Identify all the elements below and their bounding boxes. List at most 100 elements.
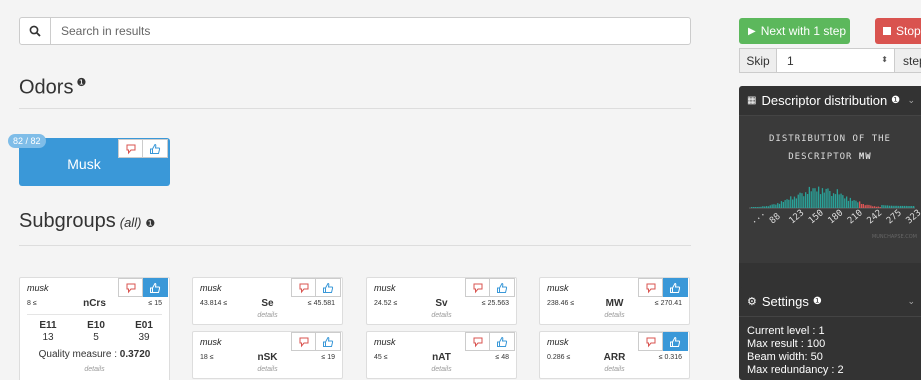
stat-label: E10 bbox=[87, 320, 105, 331]
panel-header[interactable]: ⚙ Settings ❶ ⌄ bbox=[739, 287, 921, 317]
details-link[interactable]: details bbox=[193, 312, 342, 319]
histogram-bar bbox=[775, 204, 777, 208]
histogram-bar bbox=[834, 194, 837, 208]
histogram-bar bbox=[881, 205, 883, 208]
subgroup-card[interactable]: musk Sv 24.52 ≤ ≤ 25.563 details bbox=[366, 277, 517, 325]
histogram-tick-label: 180 bbox=[827, 208, 846, 226]
dislike-button[interactable] bbox=[638, 278, 663, 297]
histogram-bar bbox=[851, 200, 853, 208]
histogram-bar bbox=[836, 189, 838, 208]
details-link[interactable]: details bbox=[367, 312, 516, 319]
histogram-bar bbox=[844, 198, 846, 208]
vote-group bbox=[638, 278, 688, 297]
skip-input[interactable]: 1 ⬍ bbox=[777, 48, 895, 73]
details-link[interactable]: details bbox=[540, 366, 689, 373]
details-link[interactable]: details bbox=[20, 366, 169, 373]
histogram-bar bbox=[823, 192, 825, 208]
spinner-icon[interactable]: ⬍ bbox=[881, 55, 888, 64]
stat-label: E11 bbox=[39, 320, 57, 331]
like-button[interactable] bbox=[316, 278, 341, 297]
lower-bound: 238.46 ≤ bbox=[547, 300, 575, 307]
info-icon[interactable]: ❶ bbox=[76, 77, 86, 89]
panel-header[interactable]: ▦ Descriptor distribution ❶ ⌄ bbox=[739, 86, 921, 116]
quality-value: 0.3720 bbox=[119, 349, 151, 360]
info-icon[interactable]: ❶ bbox=[813, 296, 822, 307]
settings-line: Max redundancy : 2 bbox=[747, 364, 844, 376]
dislike-icon bbox=[299, 283, 308, 293]
histogram-bar bbox=[751, 207, 753, 208]
settings-panel: ⚙ Settings ❶ ⌄ Current level : 1 Max resu… bbox=[739, 287, 921, 380]
upper-bound: ≤ 45.581 bbox=[307, 300, 335, 307]
histogram-tick-label: 123 bbox=[788, 208, 807, 226]
stop-button[interactable]: Stop bbox=[875, 18, 921, 44]
subgroup-card[interactable]: musk nAT 45 ≤ ≤ 48 details bbox=[366, 331, 517, 379]
subgroup-card[interactable]: musk nSK 18 ≤ ≤ 19 details bbox=[192, 331, 343, 379]
dislike-icon bbox=[646, 337, 655, 347]
vote-group bbox=[465, 278, 515, 297]
skip-value: 1 bbox=[787, 53, 794, 68]
stat-label: E01 bbox=[135, 320, 153, 331]
like-icon bbox=[497, 282, 508, 293]
subgroup-odor: musk bbox=[200, 337, 222, 347]
histogram-bar bbox=[797, 194, 799, 208]
settings-line: Beam width: 50 bbox=[747, 351, 823, 363]
subgroup-card[interactable]: musk ARR 0.286 ≤ ≤ 0.316 details bbox=[539, 331, 690, 379]
chevron-down-icon[interactable]: ⌄ bbox=[907, 95, 915, 106]
dislike-button[interactable] bbox=[118, 139, 143, 158]
divider bbox=[19, 245, 691, 246]
histogram-bar bbox=[862, 204, 864, 208]
histogram-bar bbox=[808, 186, 810, 208]
info-icon[interactable]: ❶ bbox=[145, 218, 155, 230]
dislike-button[interactable] bbox=[118, 278, 143, 297]
subgroup-card[interactable]: musk Se 43.814 ≤ ≤ 45.581 details bbox=[192, 277, 343, 325]
next-label: Next with 1 step bbox=[760, 24, 847, 38]
lower-bound: 0.286 ≤ bbox=[547, 354, 571, 361]
histogram-bar bbox=[885, 205, 887, 208]
like-button[interactable] bbox=[663, 278, 688, 297]
upper-bound: ≤ 19 bbox=[321, 354, 335, 361]
distribution-chart: DISTRIBUTION OF THE DESCRIPTOR MW ... 88 1… bbox=[739, 116, 921, 263]
like-button[interactable] bbox=[490, 332, 515, 351]
histogram-bar bbox=[801, 193, 803, 208]
skip-label: Skip bbox=[739, 48, 777, 73]
histogram-bar bbox=[892, 205, 894, 208]
histogram-bar bbox=[788, 199, 790, 208]
histogram-bar bbox=[877, 206, 879, 208]
histogram-bar bbox=[883, 205, 885, 208]
control-sidebar: ▶Next with 1 step Stop Skip 1⬍ step ▦ De… bbox=[731, 0, 921, 380]
subgroups-filter[interactable]: (all) bbox=[120, 215, 142, 230]
like-button[interactable] bbox=[490, 278, 515, 297]
details-link[interactable]: details bbox=[193, 366, 342, 373]
dislike-button[interactable] bbox=[291, 332, 316, 351]
like-button[interactable] bbox=[143, 278, 168, 297]
dislike-button[interactable] bbox=[465, 332, 490, 351]
like-button[interactable] bbox=[663, 332, 688, 351]
descriptor-name: nCrs bbox=[83, 298, 106, 309]
histogram-bar bbox=[793, 196, 796, 208]
chevron-down-icon[interactable]: ⌄ bbox=[907, 296, 915, 307]
details-link[interactable]: details bbox=[367, 366, 516, 373]
subgroup-card[interactable]: musk nCrs 8 ≤ ≤ 15 E11 13 E10 5 E01 39 Quality mea… bbox=[19, 277, 170, 380]
subgroup-odor: musk bbox=[374, 283, 396, 293]
search-icon[interactable] bbox=[20, 18, 51, 44]
stop-icon bbox=[883, 27, 891, 35]
like-button[interactable] bbox=[143, 139, 168, 158]
search-input[interactable] bbox=[51, 24, 651, 38]
like-icon bbox=[670, 282, 681, 293]
histogram-bar bbox=[898, 205, 900, 208]
dislike-button[interactable] bbox=[638, 332, 663, 351]
next-step-button[interactable]: ▶ Next with 1 step bbox=[739, 18, 850, 44]
details-link[interactable]: details bbox=[540, 312, 689, 319]
like-button[interactable] bbox=[316, 332, 341, 351]
dislike-icon bbox=[473, 337, 482, 347]
histogram-bar bbox=[840, 193, 842, 208]
histogram-bar bbox=[825, 188, 827, 208]
dislike-button[interactable] bbox=[465, 278, 490, 297]
dislike-button[interactable] bbox=[291, 278, 316, 297]
histogram-bar bbox=[900, 205, 902, 208]
histogram-bar bbox=[810, 191, 812, 208]
histogram-bar bbox=[879, 207, 881, 208]
info-icon[interactable]: ❶ bbox=[891, 95, 900, 106]
dislike-icon bbox=[126, 283, 135, 293]
subgroup-card[interactable]: musk MW 238.46 ≤ ≤ 270.41 details bbox=[539, 277, 690, 325]
